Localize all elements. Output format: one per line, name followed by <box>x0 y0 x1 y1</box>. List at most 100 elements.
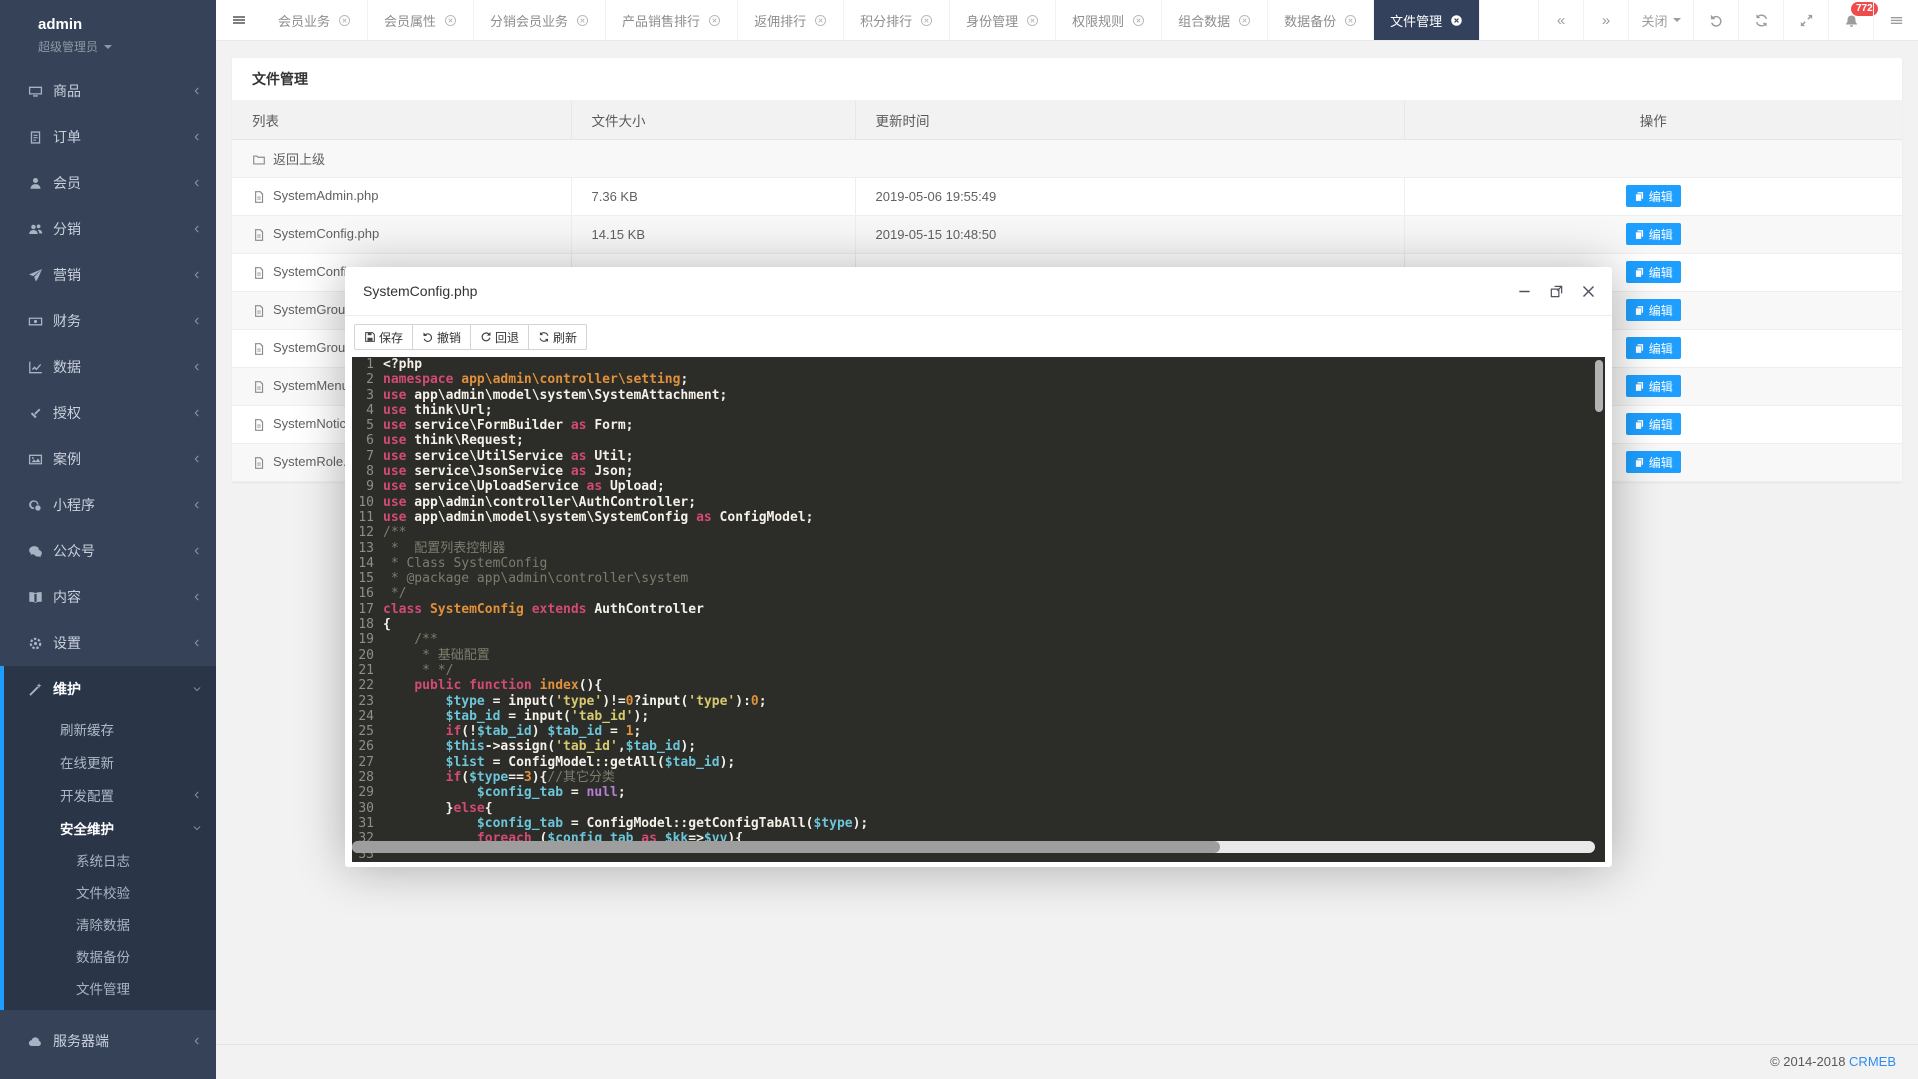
table-row-up[interactable]: 返回上级 <box>232 139 1902 177</box>
tab-identity-management[interactable]: 身份管理 <box>950 0 1056 40</box>
tab-close-icon[interactable] <box>1238 14 1251 27</box>
edit-button[interactable]: 编辑 <box>1626 413 1681 435</box>
close-button[interactable] <box>1581 284 1596 299</box>
tab-close-icon[interactable] <box>920 14 933 27</box>
list-icon <box>1889 13 1904 28</box>
sidebar-item-miniapp[interactable]: 小程序 <box>0 482 216 528</box>
sidebar-subitem-security-maintenance[interactable]: 安全维护 <box>4 811 216 844</box>
sidebar-item-finance[interactable]: 财务 <box>0 298 216 344</box>
tab-close-icon[interactable] <box>1344 14 1357 27</box>
sidebar-item-official-account[interactable]: 公众号 <box>0 528 216 574</box>
file-name: SystemAdmin.php <box>273 188 379 203</box>
tabs-scroll-right-button[interactable]: » <box>1583 0 1628 40</box>
code-line: 1<?php <box>352 357 1605 372</box>
minimize-button[interactable] <box>1517 284 1532 299</box>
code-line: 12/** <box>352 525 1605 540</box>
code-line: 5use service\FormBuilder as Form; <box>352 418 1605 433</box>
fullscreen-toggle-button[interactable] <box>1783 0 1828 40</box>
sidebar-item-authorization[interactable]: 授权 <box>0 390 216 436</box>
edit-button[interactable]: 编辑 <box>1626 299 1681 321</box>
sidebar-item-data[interactable]: 数据 <box>0 344 216 390</box>
code-line: 10use app\admin\controller\AuthControlle… <box>352 495 1605 510</box>
sidebar-item-marketing[interactable]: 营销 <box>0 252 216 298</box>
vertical-scrollbar[interactable] <box>1595 360 1603 412</box>
tab-points-ranking[interactable]: 积分排行 <box>844 0 950 40</box>
sidebar-subitem-online-update[interactable]: 在线更新 <box>4 745 216 778</box>
money-icon <box>28 314 43 329</box>
user-role[interactable]: 超级管理员 <box>38 38 216 55</box>
column-header: 列表 <box>232 101 571 139</box>
tab-member-business[interactable]: 会员业务 <box>262 0 368 40</box>
sidebar-item-settings[interactable]: 设置 <box>0 620 216 666</box>
sidebar-subitem-refresh-cache[interactable]: 刷新缓存 <box>4 712 216 745</box>
tabs-scroll-left-button[interactable]: « <box>1538 0 1583 40</box>
rollback-button[interactable]: 回退 <box>470 324 529 350</box>
tab-combined-data[interactable]: 组合数据 <box>1162 0 1268 40</box>
tab-close-icon[interactable] <box>814 14 827 27</box>
code-line: 27 $list = ConfigModel::getAll($tab_id); <box>352 755 1605 770</box>
chevron-left-icon <box>192 546 202 556</box>
tab-product-sales-ranking[interactable]: 产品销售排行 <box>606 0 738 40</box>
sidebar-subitem-clear-data[interactable]: 清除数据 <box>4 908 216 940</box>
edit-button[interactable]: 编辑 <box>1626 375 1681 397</box>
topbar-actions: « » 关闭 772 <box>1538 0 1918 40</box>
maximize-button[interactable] <box>1549 284 1564 299</box>
sidebar-item-goods[interactable]: 商品 <box>0 68 216 114</box>
edit-button[interactable]: 编辑 <box>1626 185 1681 207</box>
user-block[interactable]: admin 超级管理员 <box>0 0 216 68</box>
sidebar-subitem-system-log[interactable]: 系统日志 <box>4 844 216 876</box>
more-menu-button[interactable] <box>1873 0 1918 40</box>
line-number: 5 <box>352 418 374 433</box>
tab-close-icon[interactable] <box>1026 14 1039 27</box>
wechat-icon <box>28 544 43 559</box>
line-number: 23 <box>352 694 374 709</box>
tab-rebate-ranking[interactable]: 返佣排行 <box>738 0 844 40</box>
sidebar-subitem-data-backup[interactable]: 数据备份 <box>4 940 216 972</box>
tab-file-management[interactable]: 文件管理 <box>1374 0 1480 40</box>
code-line: 9use service\UploadService as Upload; <box>352 479 1605 494</box>
edit-button[interactable]: 编辑 <box>1626 261 1681 283</box>
refresh-button[interactable]: 刷新 <box>528 324 587 350</box>
tab-close-icon[interactable] <box>576 14 589 27</box>
sidebar-item-cases[interactable]: 案例 <box>0 436 216 482</box>
edit-button[interactable]: 编辑 <box>1626 451 1681 473</box>
edit-button[interactable]: 编辑 <box>1626 337 1681 359</box>
tab-distribution-member-business[interactable]: 分销会员业务 <box>474 0 606 40</box>
sidebar-subitem-file-verify[interactable]: 文件校验 <box>4 876 216 908</box>
sidebar-item-content[interactable]: 内容 <box>0 574 216 620</box>
tab-close-icon[interactable] <box>708 14 721 27</box>
sidebar-item-maintenance[interactable]: 维护 <box>4 666 216 712</box>
column-header: 操作 <box>1404 101 1902 139</box>
sidebar-subitem-dev-config[interactable]: 开发配置 <box>4 778 216 811</box>
tab-close-icon[interactable] <box>444 14 457 27</box>
back-button[interactable] <box>1693 0 1738 40</box>
tab-member-attribute[interactable]: 会员属性 <box>368 0 474 40</box>
file-updated-time: 2019-05-06 19:55:49 <box>855 177 1404 215</box>
hamburger-menu-button[interactable] <box>216 0 262 40</box>
edit-button[interactable]: 编辑 <box>1626 223 1681 245</box>
edit-icon <box>1634 343 1645 354</box>
code-editor[interactable]: 1<?php2namespace app\admin\controller\se… <box>352 357 1605 862</box>
sidebar-subitem-file-management[interactable]: 文件管理 <box>4 972 216 1004</box>
tab-close-icon[interactable] <box>1450 14 1463 27</box>
horizontal-scrollbar[interactable] <box>352 841 1220 853</box>
notifications-button[interactable]: 772 <box>1828 0 1873 40</box>
brand-link[interactable]: CRMEB <box>1849 1054 1896 1069</box>
tab-close-icon[interactable] <box>1132 14 1145 27</box>
tab-data-backup[interactable]: 数据备份 <box>1268 0 1374 40</box>
close-tabs-dropdown[interactable]: 关闭 <box>1628 0 1693 40</box>
line-number: 31 <box>352 816 374 831</box>
undo-button[interactable]: 撤销 <box>412 324 471 350</box>
chevron-left-icon <box>192 362 202 372</box>
undo-icon <box>422 331 434 343</box>
code-line: 16 */ <box>352 586 1605 601</box>
sidebar-item-orders[interactable]: 订单 <box>0 114 216 160</box>
tab-permission-rules[interactable]: 权限规则 <box>1056 0 1162 40</box>
line-number: 28 <box>352 770 374 785</box>
tab-close-icon[interactable] <box>338 14 351 27</box>
refresh-page-button[interactable] <box>1738 0 1783 40</box>
sidebar-item-distribution[interactable]: 分销 <box>0 206 216 252</box>
save-button[interactable]: 保存 <box>354 324 413 350</box>
sidebar-item-members[interactable]: 会员 <box>0 160 216 206</box>
sidebar-item-server[interactable]: 服务器端 <box>0 1018 216 1064</box>
